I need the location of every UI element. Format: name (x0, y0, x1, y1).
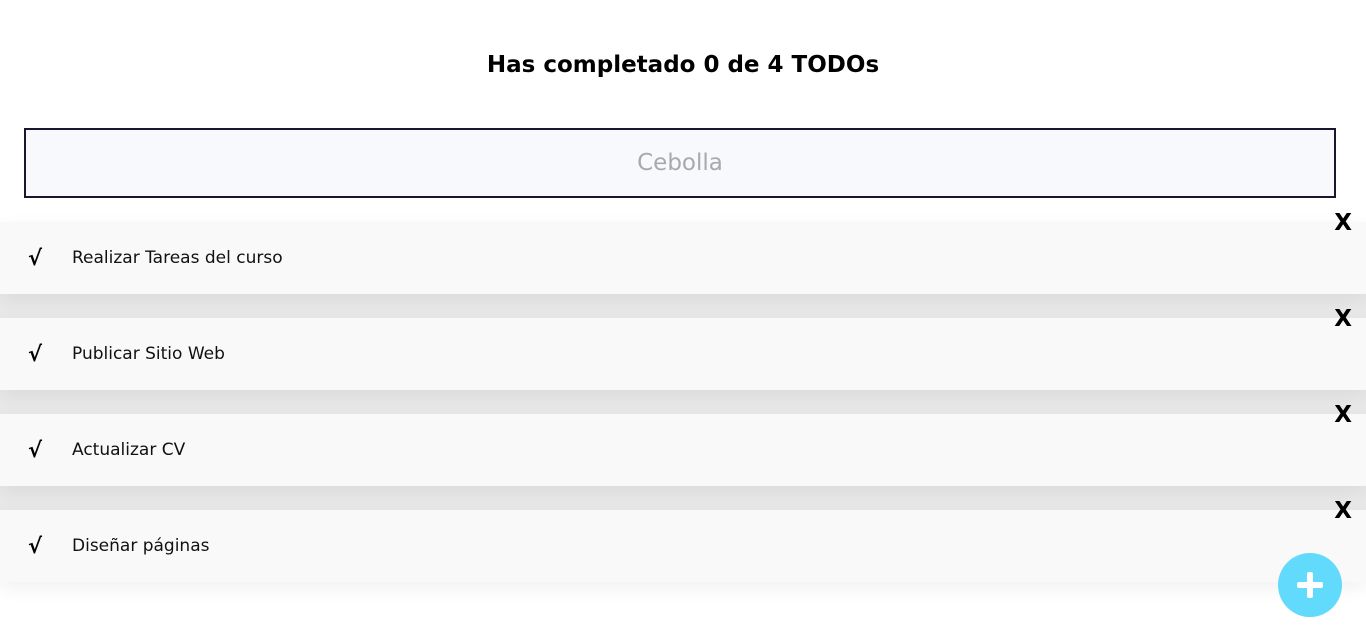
complete-check-icon[interactable]: √ (28, 246, 42, 270)
add-todo-button[interactable] (1278, 553, 1342, 617)
complete-check-icon[interactable]: √ (28, 342, 42, 366)
todo-item: √ Realizar Tareas del curso X (0, 210, 1366, 294)
todo-text: Actualizar CV (72, 440, 186, 460)
item-divider (0, 486, 1366, 510)
todo-item: √ Diseñar páginas X (0, 498, 1366, 582)
complete-check-icon[interactable]: √ (28, 438, 42, 462)
delete-button[interactable]: X (1334, 498, 1352, 524)
delete-button[interactable]: X (1334, 402, 1352, 428)
todo-text: Publicar Sitio Web (72, 344, 225, 364)
todo-text: Realizar Tareas del curso (72, 248, 283, 268)
delete-button[interactable]: X (1334, 210, 1352, 236)
todo-app: Has completado 0 de 4 TODOs √ Realizar T… (0, 0, 1366, 641)
item-divider (0, 294, 1366, 318)
todo-search-input[interactable] (24, 128, 1336, 198)
todo-search-wrapper (24, 128, 1336, 198)
todo-item: √ Actualizar CV X (0, 402, 1366, 486)
complete-check-icon[interactable]: √ (28, 534, 42, 558)
todo-item: √ Publicar Sitio Web X (0, 306, 1366, 390)
todo-text: Diseñar páginas (72, 536, 210, 556)
page-title: Has completado 0 de 4 TODOs (486, 52, 880, 78)
delete-button[interactable]: X (1334, 306, 1352, 332)
todo-list: √ Realizar Tareas del curso X √ Publicar… (0, 210, 1366, 582)
item-divider (0, 390, 1366, 414)
